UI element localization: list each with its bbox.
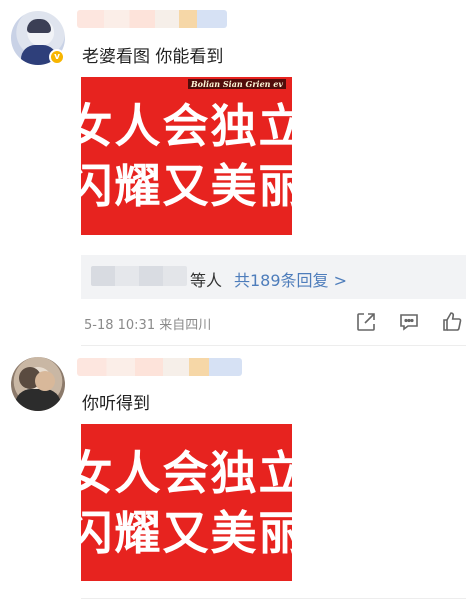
like-icon[interactable] [440,310,464,334]
reply-users-blurred [91,266,187,286]
meme-line-1: 女人会独立 [81,99,292,153]
meme-line-2: 闪耀又美丽 [81,505,292,560]
username-blurred[interactable] [77,358,242,376]
comment-icon[interactable] [397,310,421,334]
meme-image[interactable]: Bolian Sian Grien ev 女人会独立 闪耀又美丽 [81,77,292,235]
meme-line-2: 闪耀又美丽 [81,159,292,213]
divider [81,598,466,599]
comment-text: 老婆看图 你能看到 [82,47,224,67]
meme-image[interactable]: 女人会独立 闪耀又美丽 [81,424,292,581]
divider [81,345,466,346]
avatar[interactable] [11,357,65,411]
reply-suffix: 等人 [190,271,223,290]
comment-text: 你听得到 [82,394,150,414]
verified-badge-icon: v [49,49,65,65]
username-blurred[interactable] [77,10,227,28]
comment-meta: 5-18 10:31 来自四川 [84,318,212,333]
share-icon[interactable] [354,310,378,334]
watermark: Bolian Sian Grien ev [187,79,286,89]
view-replies-link[interactable]: 共189条回复 > [234,267,347,291]
meme-line-1: 女人会独立 [81,445,292,500]
